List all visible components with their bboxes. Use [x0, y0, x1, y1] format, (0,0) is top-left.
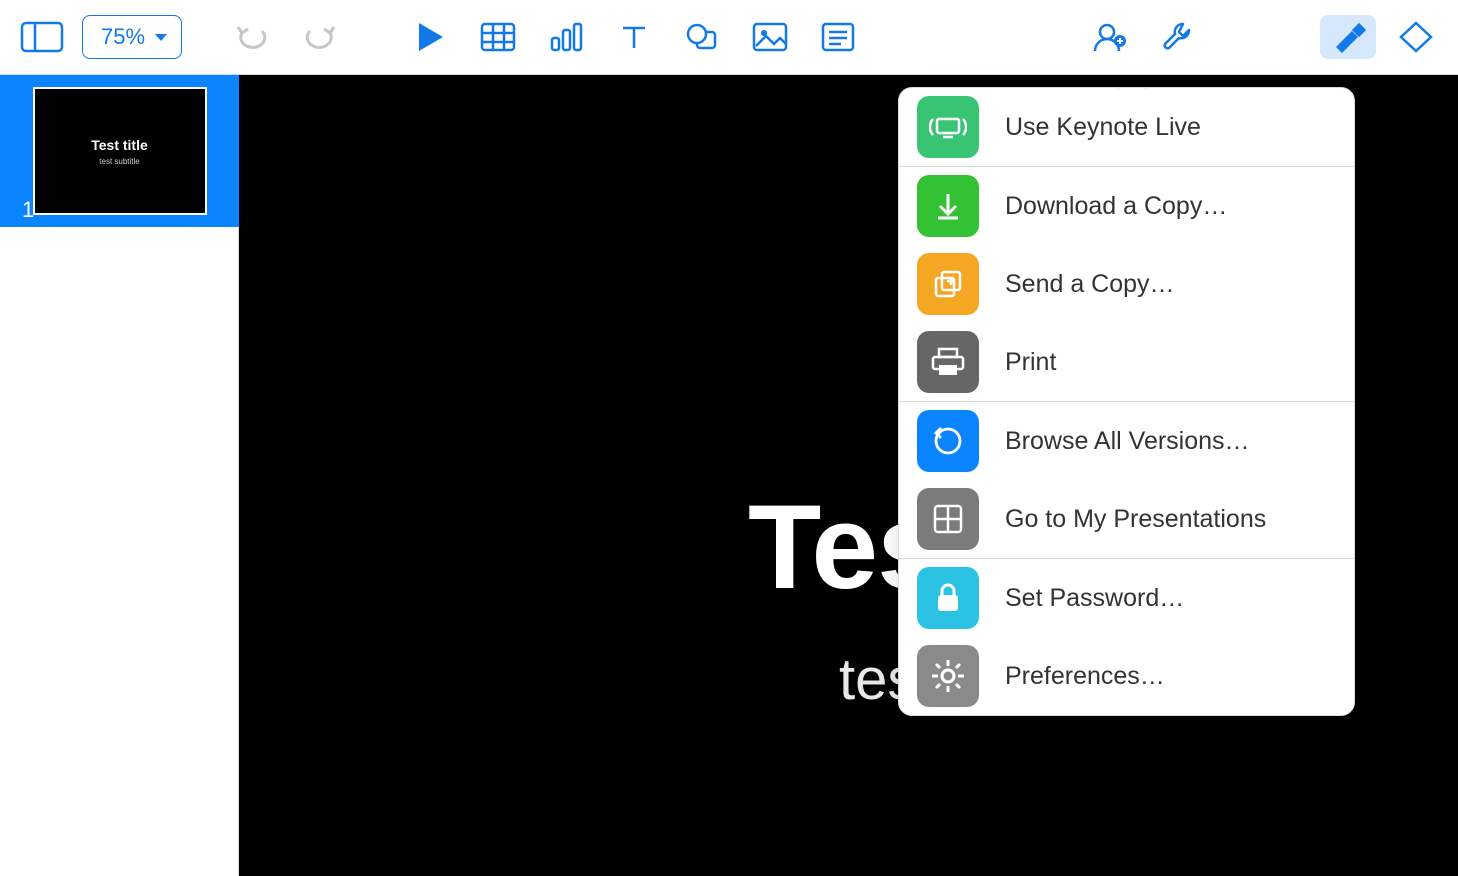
menu-label: Browse All Versions…	[1005, 427, 1250, 456]
insert-comment-button[interactable]	[810, 15, 866, 59]
keynote-live-icon	[917, 96, 979, 158]
collaborate-button[interactable]	[1082, 15, 1138, 59]
versions-icon	[917, 410, 979, 472]
toolbar: 75%	[0, 0, 1458, 75]
send-copy-icon	[917, 253, 979, 315]
thumb-title: Test title	[91, 137, 148, 153]
menu-send[interactable]: Send a Copy…	[917, 245, 1336, 323]
slide-thumbnail-1[interactable]: Test title test subtitle 1	[0, 75, 239, 227]
menu-label: Preferences…	[1005, 662, 1165, 691]
lock-icon	[917, 567, 979, 629]
print-icon	[917, 331, 979, 393]
insert-text-button[interactable]	[606, 15, 662, 59]
format-button[interactable]	[1320, 15, 1376, 59]
insert-chart-button[interactable]	[538, 15, 594, 59]
slide-number: 1	[22, 197, 34, 223]
menu-label: Print	[1005, 348, 1056, 377]
gear-icon	[917, 645, 979, 707]
menu-label: Send a Copy…	[1005, 270, 1175, 299]
menu-label: Download a Copy…	[1005, 192, 1227, 221]
thumb-subtitle: test subtitle	[99, 157, 139, 166]
insert-shape-button[interactable]	[674, 15, 730, 59]
menu-label: Go to My Presentations	[1005, 505, 1266, 534]
menu-label: Use Keynote Live	[1005, 113, 1201, 142]
play-button[interactable]	[402, 15, 458, 59]
zoom-value: 75%	[101, 24, 145, 50]
menu-go-presentations[interactable]: Go to My Presentations	[917, 480, 1336, 558]
download-icon	[917, 175, 979, 237]
menu-print[interactable]: Print	[917, 323, 1336, 401]
menu-keynote-live[interactable]: Use Keynote Live	[917, 88, 1336, 166]
menu-password[interactable]: Set Password…	[917, 559, 1336, 637]
menu-versions[interactable]: Browse All Versions…	[917, 402, 1336, 480]
menu-download[interactable]: Download a Copy…	[917, 167, 1336, 245]
tools-button[interactable]	[1150, 15, 1206, 59]
menu-label: Set Password…	[1005, 584, 1184, 613]
insert-table-button[interactable]	[470, 15, 526, 59]
presentations-icon	[917, 488, 979, 550]
zoom-select[interactable]: 75%	[82, 15, 182, 59]
chevron-down-icon	[155, 34, 167, 41]
menu-preferences[interactable]: Preferences…	[917, 637, 1336, 715]
undo-button[interactable]	[224, 15, 280, 59]
slide-thumbnail-preview: Test title test subtitle	[33, 87, 207, 215]
tools-menu-popover: Use Keynote Live Download a Copy… Send a…	[898, 87, 1355, 716]
redo-button[interactable]	[292, 15, 348, 59]
animate-button[interactable]	[1388, 15, 1444, 59]
insert-media-button[interactable]	[742, 15, 798, 59]
view-sidebar-button[interactable]	[14, 15, 70, 59]
slide-navigator: Test title test subtitle 1	[0, 75, 239, 876]
